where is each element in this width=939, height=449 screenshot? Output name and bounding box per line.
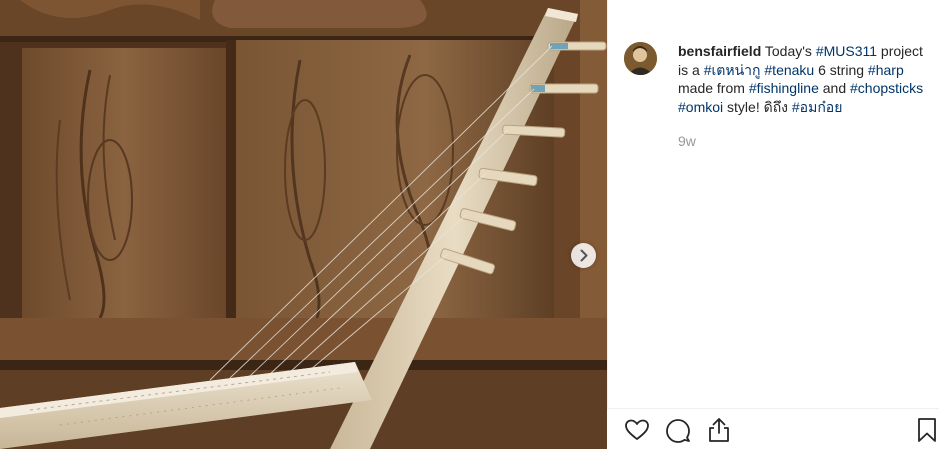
post-timestamp[interactable]: 9w: [678, 133, 696, 149]
share-button[interactable]: [705, 416, 733, 444]
caption-text-segment: made from: [678, 80, 749, 96]
caption-text-segment: and: [818, 80, 851, 96]
caption-text-segment: 6 string: [814, 61, 868, 78]
like-button[interactable]: [623, 416, 651, 444]
harp-photo: [0, 0, 607, 449]
next-image-button[interactable]: [571, 243, 596, 268]
hashtag-link[interactable]: #MUS311: [816, 43, 877, 59]
avatar[interactable]: [624, 42, 657, 75]
bookmark-icon: [918, 418, 936, 442]
post-sidebar: bensfairfield Today's #MUS311 project is…: [607, 0, 939, 449]
action-bar: [607, 408, 939, 449]
save-button[interactable]: [913, 416, 939, 444]
hashtag-link[interactable]: #omkoi: [678, 99, 723, 115]
comment-icon: [666, 419, 690, 443]
post-image[interactable]: [0, 0, 607, 449]
hashtag-link[interactable]: #chopsticks: [850, 80, 923, 96]
heart-icon: [625, 419, 649, 440]
post-caption: bensfairfield Today's #MUS311 project is…: [678, 42, 930, 116]
chevron-right-icon: [580, 249, 588, 262]
comment-button[interactable]: [664, 416, 692, 444]
username-link[interactable]: bensfairfield: [678, 43, 761, 59]
hashtag-link[interactable]: #อมก๋อย: [792, 99, 843, 115]
caption-text-segment: style! ดิถึง: [723, 98, 792, 115]
hashtag-link[interactable]: #harp: [868, 62, 904, 78]
hashtag-link[interactable]: #fishingline: [749, 80, 819, 96]
hashtag-link[interactable]: #tenaku: [764, 62, 814, 78]
share-icon: [709, 418, 729, 442]
caption-text-segment: Today's: [761, 43, 816, 59]
hashtag-link[interactable]: #เตหน่ากู: [704, 62, 761, 78]
